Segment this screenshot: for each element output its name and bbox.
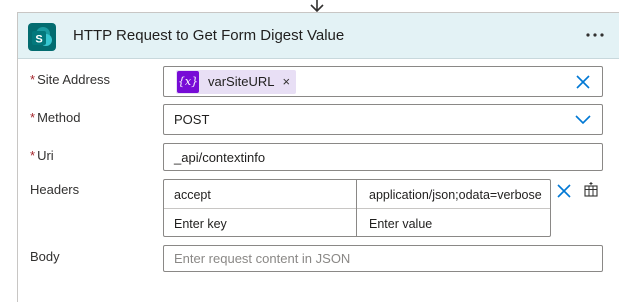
- method-label: * Method: [30, 110, 80, 125]
- site-address-label-text: Site Address: [37, 72, 111, 87]
- required-marker: *: [30, 72, 36, 87]
- more-options-icon[interactable]: [583, 25, 607, 45]
- method-value: POST: [174, 112, 210, 127]
- body-placeholder: Enter request content in JSON: [174, 251, 351, 266]
- uri-label: * Uri: [30, 148, 54, 163]
- flow-arrow-icon: [307, 0, 327, 13]
- headers-label: Headers: [30, 182, 80, 197]
- action-title: HTTP Request to Get Form Digest Value: [73, 27, 345, 44]
- site-address-field[interactable]: {x} varSiteURL ×: [163, 66, 603, 97]
- variable-token[interactable]: {x} varSiteURL ×: [176, 69, 297, 94]
- variable-icon: {x}: [177, 70, 199, 93]
- switch-to-text-mode-icon[interactable]: [582, 181, 600, 202]
- sharepoint-icon: S: [28, 23, 56, 51]
- site-address-label: * Site Address: [30, 72, 110, 87]
- method-dropdown[interactable]: POST: [163, 104, 603, 135]
- remove-header-icon[interactable]: [556, 183, 572, 202]
- required-marker: *: [30, 110, 36, 125]
- action-header[interactable]: S HTTP Request to Get Form Digest Value: [18, 13, 619, 59]
- token-label: varSiteURL: [208, 74, 275, 89]
- row-divider: [164, 208, 550, 209]
- uri-value: _api/contextinfo: [174, 149, 266, 165]
- uri-label-text: Uri: [37, 148, 54, 163]
- remove-token-icon[interactable]: ×: [282, 74, 290, 89]
- body-label: Body: [30, 249, 60, 264]
- header-value-input[interactable]: Enter value: [357, 209, 551, 238]
- action-card: S HTTP Request to Get Form Digest Value …: [17, 12, 619, 302]
- header-key-input[interactable]: Enter key: [164, 209, 356, 238]
- required-marker: *: [30, 148, 36, 163]
- headers-table: accept application/json;odata=verbose En…: [163, 179, 551, 237]
- header-value-cell[interactable]: application/json;odata=verbose: [357, 180, 551, 209]
- clear-icon[interactable]: [574, 73, 592, 91]
- header-key-cell[interactable]: accept: [164, 180, 356, 209]
- body-input[interactable]: Enter request content in JSON: [163, 245, 603, 272]
- svg-text:S: S: [35, 34, 42, 46]
- method-label-text: Method: [37, 110, 81, 125]
- chevron-down-icon[interactable]: [574, 111, 592, 129]
- column-divider: [356, 180, 357, 236]
- uri-input[interactable]: _api/contextinfo: [163, 143, 603, 171]
